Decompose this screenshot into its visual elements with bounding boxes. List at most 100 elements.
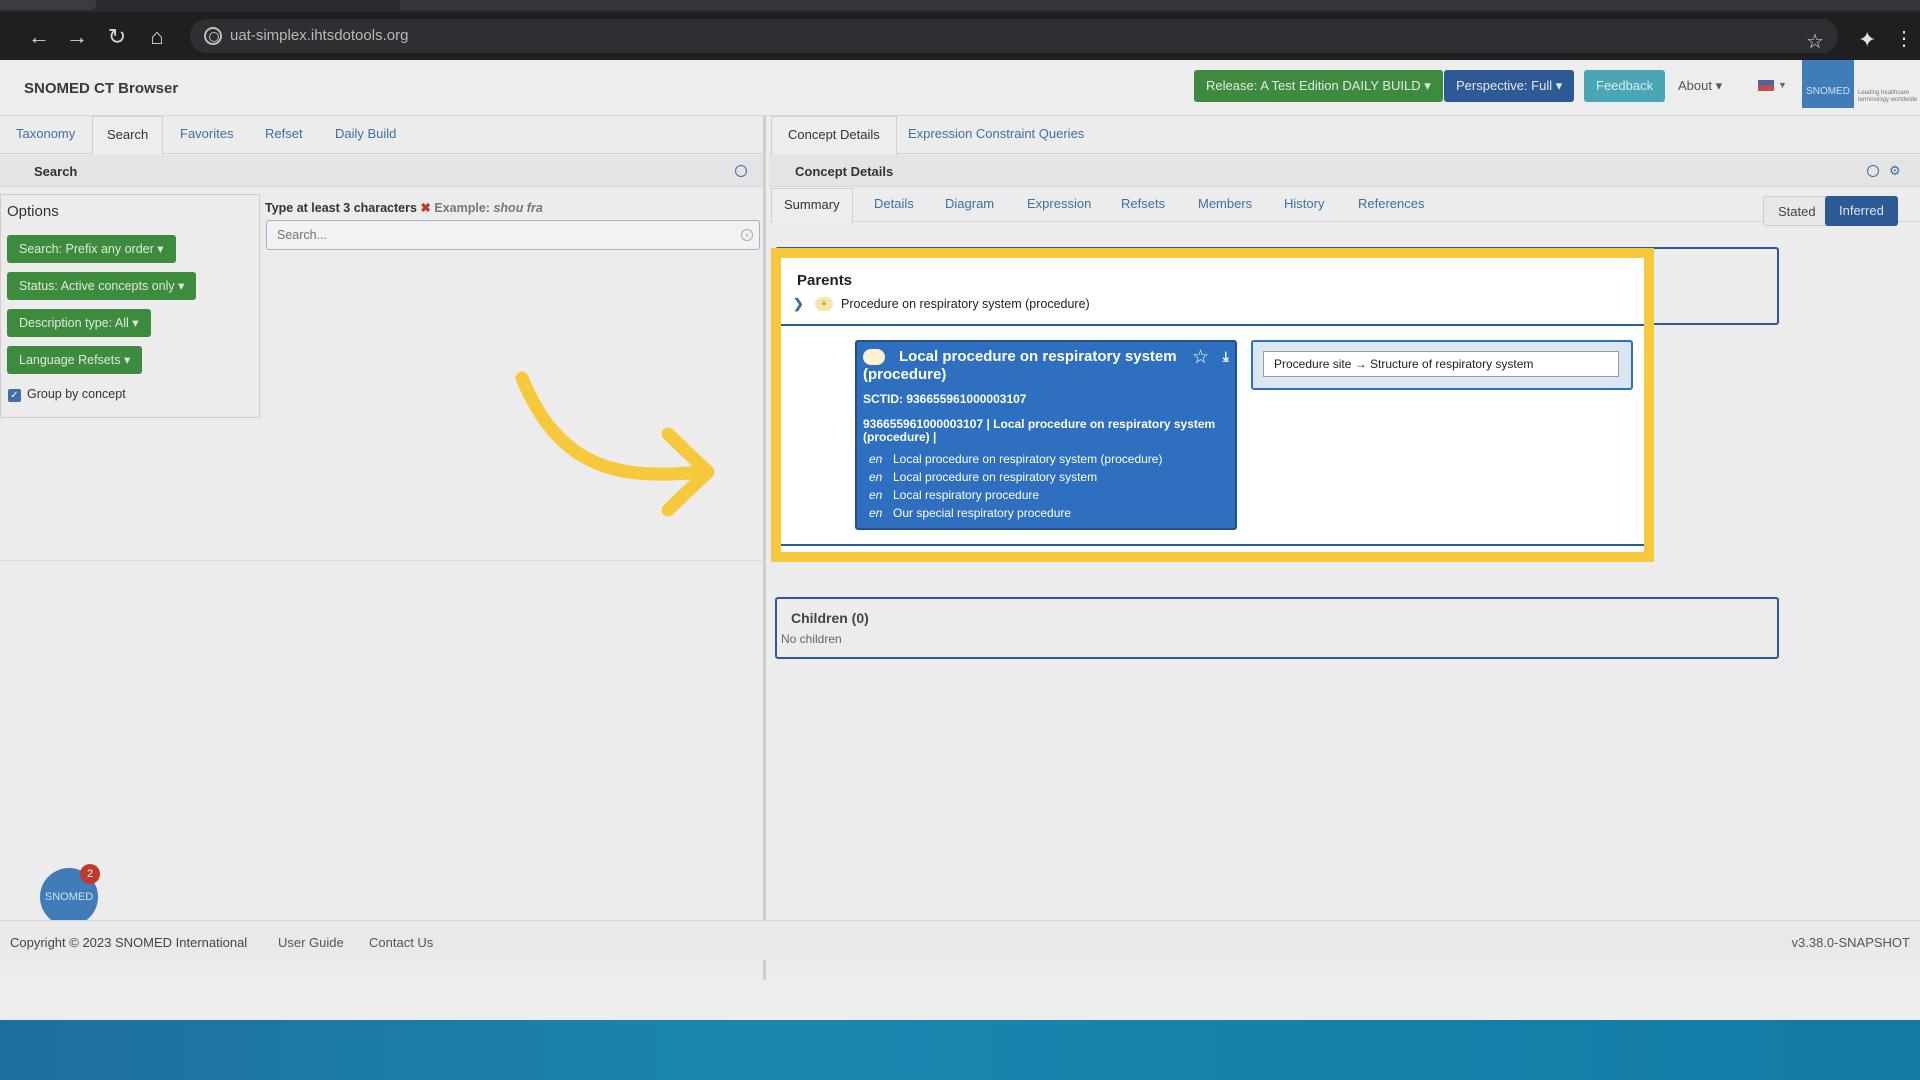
left-divider [0,560,763,561]
no-children-text: No children [781,632,842,646]
description-lang: en [869,452,883,466]
divider-top [781,324,1644,326]
concept-details-bar: Concept Details ⚙ [769,155,1920,187]
site-info-icon[interactable] [204,27,222,45]
search-hint: Type at least 3 characters ✖ Example: sh… [265,200,543,215]
group-by-concept-checkbox[interactable]: ✓ [8,389,21,402]
highlighted-concept-summary: Parents ❯ ≡ Procedure on respiratory sys… [771,248,1654,562]
description-text: Local procedure on respiratory system (p… [893,452,1163,466]
hint-x-icon: ✖ [420,201,431,215]
stated-toggle-button[interactable]: Stated [1763,196,1831,226]
description-type-dropdown[interactable]: Description type: All ▾ [7,309,151,337]
user-guide-link[interactable]: User Guide [278,935,344,950]
clear-search-icon[interactable]: × [741,229,753,241]
contact-us-link[interactable]: Contact Us [369,935,433,950]
browser-tab-strip [0,0,1920,12]
subtab-history[interactable]: History [1284,196,1324,211]
left-tabs: Taxonomy Search Favorites Refset Daily B… [0,116,763,155]
chevron-right-icon[interactable]: ❯ [793,296,804,312]
left-panel: Taxonomy Search Favorites Refset Daily B… [0,116,766,980]
perspective-dropdown[interactable]: Perspective: Full ▾ [1444,70,1575,102]
address-bar[interactable]: uat-simplex.ihtsdotools.org [190,19,1838,53]
hint-text: Type at least 3 characters [265,201,417,215]
language-refsets-dropdown[interactable]: Language Refsets ▾ [7,346,143,374]
search-section-bar: Search [0,155,763,187]
download-icon[interactable]: ⤓ [1223,348,1229,365]
tab-taxonomy[interactable]: Taxonomy [16,126,75,141]
release-dropdown[interactable]: Release: A Test Edition DAILY BUILD ▾ [1194,70,1443,102]
search-box[interactable]: × [266,220,760,250]
hint-example-value: shou fra [493,201,543,215]
description-row: en Our special respiratory procedure [869,506,1071,520]
parents-title: Parents [797,272,853,289]
description-lang: en [869,470,883,484]
favorite-star-icon[interactable]: ☆ [1192,346,1209,369]
tab-refset[interactable]: Refset [265,126,303,141]
attribute-group: Procedure site → Structure of respirator… [1251,340,1633,390]
description-text: Local procedure on respiratory system [893,470,1098,484]
children-panel [775,597,1779,659]
app-footer: Copyright © 2023 SNOMED International Us… [0,920,1920,960]
app-header: SNOMED CT Browser Release: A Test Editio… [0,60,1920,116]
attribute-relationship[interactable]: Procedure site → Structure of respirator… [1263,351,1619,377]
browser-tab-active[interactable] [0,0,96,10]
tab-search[interactable]: Search [92,116,164,155]
description-lang: en [869,488,883,502]
concept-title: Local procedure on respiratory system (p… [863,348,1177,383]
snomed-tagline: Leading healthcare terminology worldwide [1858,90,1918,103]
search-input[interactable] [277,226,727,244]
options-title: Options [7,203,59,220]
description-row: en Local procedure on respiratory system … [869,452,1162,466]
subtab-refsets[interactable]: Refsets [1121,196,1165,211]
us-flag-icon[interactable] [1758,80,1774,91]
bookmark-star-icon[interactable]: ☆ [1806,29,1824,54]
divider-bottom [781,544,1644,546]
subtab-references[interactable]: References [1358,196,1424,211]
history-clock-icon[interactable] [735,165,747,177]
subtab-summary[interactable]: Summary [771,188,853,223]
description-text: Local respiratory procedure [893,488,1040,502]
tab-favorites[interactable]: Favorites [180,126,233,141]
feedback-button[interactable]: Feedback [1584,70,1666,102]
tab-ecl-queries[interactable]: Expression Constraint Queries [908,126,1084,141]
snomed-logo: SNOMED [1802,60,1854,108]
history-clock-icon[interactable] [1867,165,1879,177]
section-title-search: Search [34,164,78,179]
browser-menu-icon[interactable]: ⋮ [1894,26,1914,51]
subtab-diagram[interactable]: Diagram [945,196,994,211]
focus-concept-card: Local procedure on respiratory system (p… [855,340,1237,530]
concept-sctid: SCTID: 936655961000003107 [863,392,1027,406]
tab-daily-build[interactable]: Daily Build [335,126,396,141]
group-by-concept-label: Group by concept [27,387,126,401]
subtab-details[interactable]: Details [874,196,914,211]
status-filter-dropdown[interactable]: Status: Active concepts only ▾ [7,272,197,300]
description-lang: en [869,506,883,520]
tab-concept-details[interactable]: Concept Details [771,116,897,155]
browser-toolbar: ← → ↻ ⌂ uat-simplex.ihtsdotools.org ☆ ✦ … [0,12,1920,60]
app-title: SNOMED CT Browser [24,80,179,97]
reload-icon[interactable]: ↻ [102,22,132,52]
forward-arrow-icon[interactable]: → [62,22,92,52]
description-text: Our special respiratory procedure [893,506,1072,520]
description-row: en Local procedure on respiratory system [869,470,1097,484]
browser-tab-inactive[interactable] [400,0,1920,10]
section-title-concept-details: Concept Details [795,164,894,179]
hint-example-label: Example: [434,201,490,215]
chevron-down-icon[interactable]: ▼ [1778,80,1787,90]
gear-icon[interactable]: ⚙ [1889,163,1901,179]
description-row: en Local respiratory procedure [869,488,1039,502]
search-mode-dropdown[interactable]: Search: Prefix any order ▾ [7,235,176,263]
concept-subtabs: Summary Details Diagram Expression Refse… [769,188,1920,223]
extensions-puzzle-icon[interactable]: ✦ [1858,27,1876,53]
about-menu[interactable]: About ▾ [1678,78,1722,94]
copyright-text: Copyright © 2023 SNOMED International [10,935,248,950]
back-arrow-icon[interactable]: ← [24,22,54,52]
inferred-toggle-button[interactable]: Inferred [1825,196,1898,226]
annotation-arrow [515,371,715,517]
subtab-expression[interactable]: Expression [1027,196,1091,211]
parent-concept-link[interactable]: Procedure on respiratory system (procedu… [841,297,1090,311]
address-url: uat-simplex.ihtsdotools.org [230,27,409,44]
home-icon[interactable]: ⌂ [142,22,172,52]
subtab-members[interactable]: Members [1198,196,1252,211]
version-label: v3.38.0-SNAPSHOT [1791,935,1911,950]
